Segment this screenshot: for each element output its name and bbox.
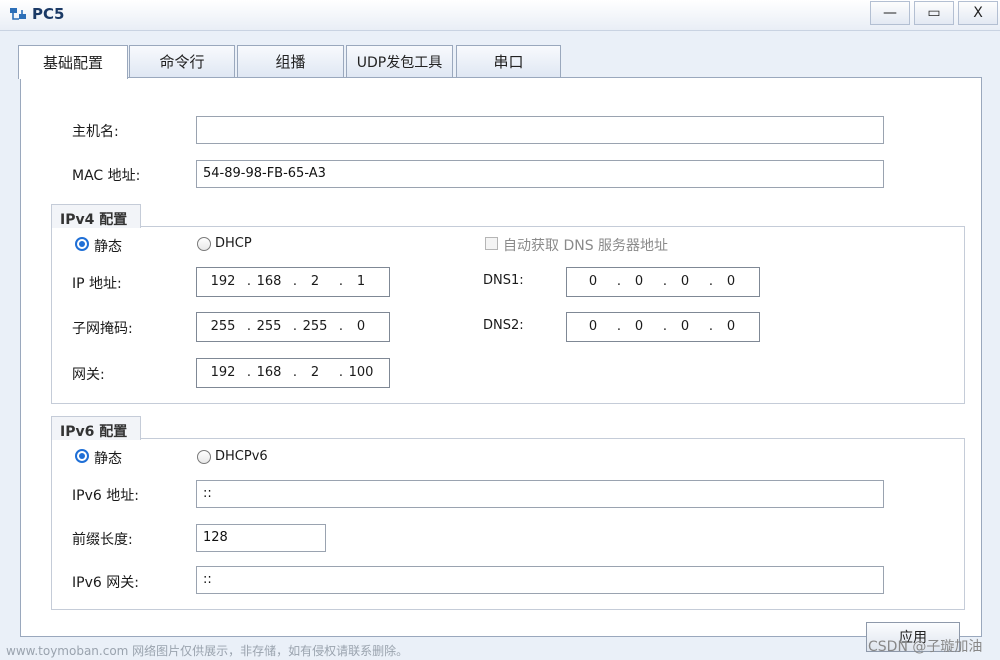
dns2-octet-2: 0: [634, 319, 644, 334]
tab-multicast[interactable]: 组播: [237, 45, 344, 77]
dns2-label: DNS2:: [483, 318, 524, 333]
dns2-octet-3: 0: [680, 319, 690, 334]
subnet-mask-input[interactable]: 255 . 255 . 255 . 0: [196, 312, 390, 342]
mask-octet-2: 255: [256, 319, 282, 334]
ipv6-address-input[interactable]: ::: [196, 480, 884, 508]
dns1-octet-1: 0: [588, 274, 598, 289]
dns2-octet-1: 0: [588, 319, 598, 334]
mask-octet-3: 255: [302, 319, 328, 334]
watermark-source: www.toymoban.com 网络图片仅供展示，非存储，如有侵权请联系删除。: [6, 644, 409, 658]
ipv4-group-title: IPv4 配置: [51, 204, 141, 228]
dns2-input[interactable]: 0 . 0 . 0 . 0: [566, 312, 760, 342]
dns1-octet-3: 0: [680, 274, 690, 289]
tab-command-line[interactable]: 命令行: [129, 45, 235, 77]
ip-octet-4: 1: [356, 274, 366, 289]
gateway-label: 网关:: [72, 367, 105, 383]
ipv4-dhcp-label: DHCP: [215, 236, 252, 251]
hostname-input[interactable]: [196, 116, 884, 144]
ip-octet-2: 168: [256, 274, 282, 289]
subnet-mask-label: 子网掩码:: [72, 321, 133, 337]
dns1-octet-4: 0: [726, 274, 736, 289]
window-title: PC5: [32, 5, 65, 23]
ip-octet-3: 2: [310, 274, 320, 289]
gateway-octet-3: 2: [310, 365, 320, 380]
ipv4-static-radio[interactable]: [75, 237, 89, 251]
gateway-octet-2: 168: [256, 365, 282, 380]
ip-octet-1: 192: [210, 274, 236, 289]
dns1-input[interactable]: 0 . 0 . 0 . 0: [566, 267, 760, 297]
dns2-octet-4: 0: [726, 319, 736, 334]
ipv6-address-label: IPv6 地址:: [72, 488, 139, 504]
auto-dns-checkbox[interactable]: [485, 237, 498, 250]
minimize-button[interactable]: —: [870, 1, 910, 25]
tab-udp-tool[interactable]: UDP发包工具: [346, 45, 453, 77]
watermark-author: CSDN @子璇加油: [868, 639, 983, 655]
ip-address-label: IP 地址:: [72, 276, 122, 292]
close-button[interactable]: X: [958, 1, 998, 25]
ipv6-gateway-label: IPv6 网关:: [72, 575, 139, 591]
gateway-octet-1: 192: [210, 365, 236, 380]
ipv6-group-title: IPv6 配置: [51, 416, 141, 440]
gateway-input[interactable]: 192 . 168 . 2 . 100: [196, 358, 390, 388]
prefix-length-label: 前缀长度:: [72, 532, 133, 548]
gateway-octet-4: 100: [348, 365, 374, 380]
mask-octet-4: 0: [356, 319, 366, 334]
dns1-label: DNS1:: [483, 273, 524, 288]
dns1-octet-2: 0: [634, 274, 644, 289]
ipv4-dhcp-radio[interactable]: [197, 237, 211, 251]
ipv6-static-radio[interactable]: [75, 449, 89, 463]
tab-serial[interactable]: 串口: [456, 45, 561, 77]
mac-label: MAC 地址:: [72, 168, 141, 184]
ip-address-input[interactable]: 192 . 168 . 2 . 1: [196, 267, 390, 297]
pc-app-icon: [10, 8, 26, 20]
maximize-button[interactable]: ▭: [914, 1, 954, 25]
hostname-label: 主机名:: [72, 124, 119, 140]
ipv4-static-label: 静态: [94, 239, 122, 255]
auto-dns-label: 自动获取 DNS 服务器地址: [503, 238, 669, 254]
mac-address-field[interactable]: 54-89-98-FB-65-A3: [196, 160, 884, 188]
ipv6-dhcpv6-radio[interactable]: [197, 450, 211, 464]
ipv6-dhcpv6-label: DHCPv6: [215, 449, 268, 464]
ipv6-gateway-input[interactable]: ::: [196, 566, 884, 594]
title-bar: PC5 — ▭ X: [0, 0, 1000, 31]
mask-octet-1: 255: [210, 319, 236, 334]
prefix-length-input[interactable]: 128: [196, 524, 326, 552]
ipv6-static-label: 静态: [94, 451, 122, 467]
tab-basic-config[interactable]: 基础配置: [18, 45, 128, 79]
